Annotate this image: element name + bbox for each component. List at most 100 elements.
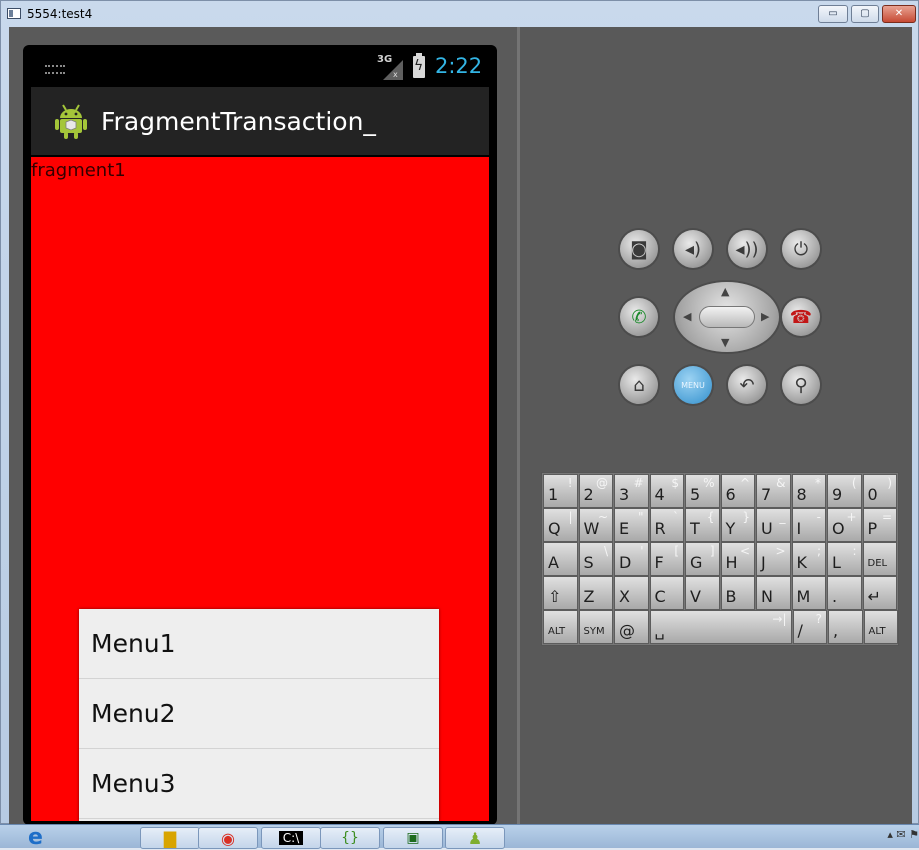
key-label: 1: [548, 485, 559, 504]
key-label: SYM: [583, 626, 605, 637]
volume-up-button[interactable]: ◂)): [728, 230, 766, 268]
taskbar-explorer-button[interactable]: ▇: [140, 827, 200, 849]
key-sym45[interactable]: ,: [828, 610, 863, 644]
dpad[interactable]: ▲ ▼ ◀ ▶: [675, 282, 779, 352]
key-sym30[interactable]: ⇧: [543, 576, 578, 610]
taskbar-app-button[interactable]: {}: [320, 827, 380, 849]
key-2[interactable]: 2 @: [578, 474, 613, 508]
action-bar: FragmentTransaction_: [31, 87, 489, 155]
key-o[interactable]: O +: [827, 508, 862, 542]
key-b[interactable]: B: [720, 576, 755, 610]
maximize-button[interactable]: ▢: [851, 5, 879, 23]
key-w[interactable]: W ~: [578, 508, 613, 542]
key-f[interactable]: F[: [649, 542, 684, 576]
key-4[interactable]: 4 $: [649, 474, 684, 508]
taskbar-cmd-button[interactable]: C:\: [261, 827, 321, 849]
volume-down-button[interactable]: ◂): [674, 230, 712, 268]
internet-explorer-icon[interactable]: e: [28, 827, 58, 849]
key-label: ALT: [548, 626, 566, 637]
key-3[interactable]: 3 #: [614, 474, 649, 508]
end-call-button[interactable]: ☎: [782, 298, 820, 336]
system-tray[interactable]: ▴ ✉ ⚑: [887, 828, 919, 841]
key-s[interactable]: S \: [578, 542, 613, 576]
key-sym[interactable]: SYM: [578, 610, 613, 644]
search-button[interactable]: ⚲: [782, 366, 820, 404]
key-c[interactable]: C: [649, 576, 684, 610]
key-u[interactable]: U _: [756, 508, 791, 542]
key-del[interactable]: DEL: [862, 542, 897, 576]
key-label: 2: [583, 485, 594, 504]
key-label: ⇧: [548, 587, 562, 606]
dpad-up-icon[interactable]: ▲: [721, 285, 729, 298]
key-j[interactable]: J >: [756, 542, 791, 576]
menu-item-2[interactable]: Menu2: [79, 679, 439, 749]
key-v[interactable]: V: [685, 576, 720, 610]
key-1[interactable]: 1!: [543, 474, 578, 508]
key-x[interactable]: X: [614, 576, 649, 610]
key-i[interactable]: I-: [791, 508, 826, 542]
camera-button[interactable]: ◙: [620, 230, 658, 268]
key-alt[interactable]: ALT: [863, 610, 898, 644]
key-5[interactable]: 5%: [685, 474, 720, 508]
key-sym44[interactable]: /?: [792, 610, 827, 644]
key-p[interactable]: P =: [862, 508, 897, 542]
home-button[interactable]: ⌂: [620, 366, 658, 404]
key-z[interactable]: Z: [578, 576, 613, 610]
key-alt-label: !: [567, 476, 573, 490]
key-sym43[interactable]: ␣ →|: [649, 610, 792, 644]
key-h[interactable]: H <: [720, 542, 755, 576]
key-n[interactable]: N: [756, 576, 791, 610]
braces-app-icon: {}: [341, 830, 359, 846]
dpad-center-button[interactable]: [699, 306, 755, 328]
key-sym42[interactable]: @: [614, 610, 649, 644]
key-alt-label: \: [603, 544, 608, 558]
key-m[interactable]: M: [791, 576, 826, 610]
key-label: .: [832, 587, 838, 606]
chrome-icon: ◉: [221, 828, 235, 848]
call-button[interactable]: ✆: [620, 298, 658, 336]
key-9[interactable]: 9(: [827, 474, 862, 508]
key-6[interactable]: 6 ^: [720, 474, 755, 508]
key-sym38[interactable]: .: [827, 576, 862, 610]
key-t[interactable]: T{: [685, 508, 720, 542]
folder-icon: ▇: [163, 828, 177, 848]
back-button[interactable]: ↶: [728, 366, 766, 404]
key-alt-label: @: [596, 476, 608, 490]
close-button[interactable]: ✕: [882, 5, 916, 23]
key-alt[interactable]: ALT: [543, 610, 578, 644]
menu-item-1[interactable]: Menu1: [79, 609, 439, 679]
key-alt-label: }: [742, 510, 750, 524]
dpad-left-icon[interactable]: ◀: [683, 310, 691, 323]
key-sym39[interactable]: ↵: [862, 576, 897, 610]
key-a[interactable]: A: [543, 542, 578, 576]
taskbar-android-button[interactable]: ♟: [445, 827, 505, 849]
key-label: DEL: [867, 558, 888, 569]
taskbar-emulator-button[interactable]: ▣: [383, 827, 443, 849]
key-alt-label: ;: [816, 544, 821, 558]
key-k[interactable]: K;: [791, 542, 826, 576]
key-g[interactable]: G]: [685, 542, 720, 576]
taskbar-chrome-button[interactable]: ◉: [198, 827, 258, 849]
end-call-icon: ☎: [789, 306, 813, 328]
key-d[interactable]: D ': [614, 542, 649, 576]
power-button[interactable]: ⏻: [782, 230, 820, 268]
title-bar[interactable]: 5554:test4 ▭ ▢ ✕: [1, 1, 918, 27]
key-label: J: [761, 553, 766, 572]
menu-item-3[interactable]: Menu3: [79, 749, 439, 819]
key-l[interactable]: L:: [827, 542, 862, 576]
key-y[interactable]: Y}: [720, 508, 755, 542]
key-label: R: [654, 519, 666, 538]
key-7[interactable]: 7 &: [756, 474, 791, 508]
menu-button[interactable]: MENU: [674, 366, 712, 404]
key-0[interactable]: 0): [862, 474, 897, 508]
key-r[interactable]: R `: [649, 508, 684, 542]
key-q[interactable]: Q |: [543, 508, 578, 542]
key-label: Z: [583, 587, 595, 606]
key-e[interactable]: E ": [614, 508, 649, 542]
android-robot-icon[interactable]: [51, 101, 91, 141]
key-8[interactable]: 8 *: [791, 474, 826, 508]
key-label: ␣: [654, 621, 665, 640]
dpad-right-icon[interactable]: ▶: [761, 310, 769, 323]
dpad-down-icon[interactable]: ▼: [721, 336, 729, 349]
minimize-button[interactable]: ▭: [818, 5, 848, 23]
